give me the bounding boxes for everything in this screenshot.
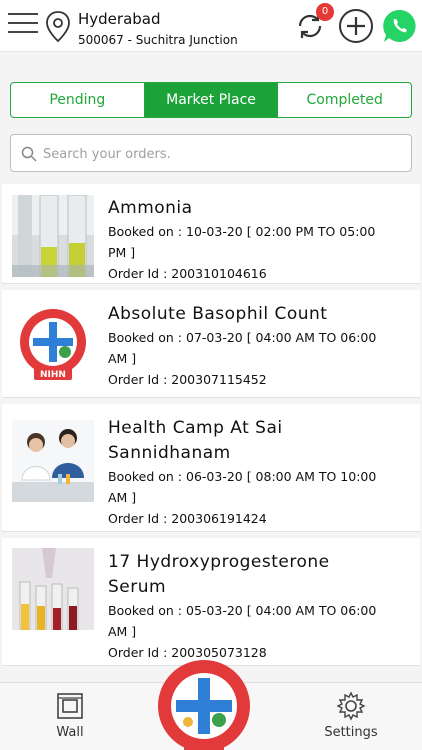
whatsapp-icon[interactable] (382, 8, 418, 44)
nav-settings[interactable]: Settings (318, 691, 384, 740)
svg-text:NIHN: NIHN (40, 370, 66, 380)
list-item[interactable]: Ammonia Booked on : 10-03-20 [ 02:00 PM … (2, 184, 420, 284)
menu-icon[interactable] (8, 13, 38, 37)
doctors-image (12, 420, 94, 502)
search-box (10, 134, 412, 172)
order-tabs: Pending Market Place Completed (10, 82, 412, 118)
order-id: Order Id : 200307115452 (108, 372, 267, 387)
search-input[interactable] (43, 141, 403, 167)
nihn-home-logo[interactable] (152, 656, 256, 750)
location-pin-icon[interactable] (44, 10, 72, 44)
booked-on: Booked on : 05-03-20 [ 04:00 AM TO 06:00… (108, 603, 377, 639)
booked-on: Booked on : 06-03-20 [ 08:00 AM TO 10:00… (108, 469, 377, 505)
list-item[interactable]: NIHN Absolute Basophil Count Booked on :… (2, 290, 420, 398)
tab-market-place[interactable]: Market Place (144, 83, 279, 117)
add-icon[interactable] (338, 8, 374, 44)
location-city[interactable]: Hyderabad (78, 10, 161, 28)
search-icon (21, 146, 37, 162)
test-tubes-image (12, 195, 94, 277)
order-title: 17 Hydroxyprogesterone Serum (108, 552, 330, 597)
app-header: Hyderabad 500067 - Suchitra Junction 0 (0, 0, 422, 52)
notification-badge: 0 (316, 3, 334, 21)
booked-on: Booked on : 10-03-20 [ 02:00 PM TO 05:00… (108, 224, 376, 260)
order-list: Ammonia Booked on : 10-03-20 [ 02:00 PM … (0, 184, 422, 672)
lab-sample-image (12, 548, 94, 630)
order-title: Absolute Basophil Count (108, 304, 328, 324)
order-id: Order Id : 200306191424 (108, 511, 267, 526)
tab-completed[interactable]: Completed (278, 83, 411, 117)
nav-wall-label: Wall (56, 725, 84, 740)
gear-icon (336, 691, 366, 721)
order-title: Health Camp At Sai Sannidhanam (108, 418, 283, 463)
nav-wall[interactable]: Wall (44, 691, 96, 740)
booked-on: Booked on : 07-03-20 [ 04:00 AM TO 06:00… (108, 330, 377, 366)
list-item[interactable]: 17 Hydroxyprogesterone Serum Booked on :… (2, 538, 420, 666)
order-id: Order Id : 200310104616 (108, 266, 267, 281)
location-area[interactable]: 500067 - Suchitra Junction (78, 33, 238, 47)
nihn-logo-image: NIHN (12, 304, 94, 386)
wall-icon (57, 693, 83, 719)
order-title: Ammonia (108, 198, 193, 218)
tab-pending[interactable]: Pending (11, 83, 145, 117)
nav-settings-label: Settings (324, 725, 378, 740)
list-item[interactable]: Health Camp At Sai Sannidhanam Booked on… (2, 404, 420, 532)
